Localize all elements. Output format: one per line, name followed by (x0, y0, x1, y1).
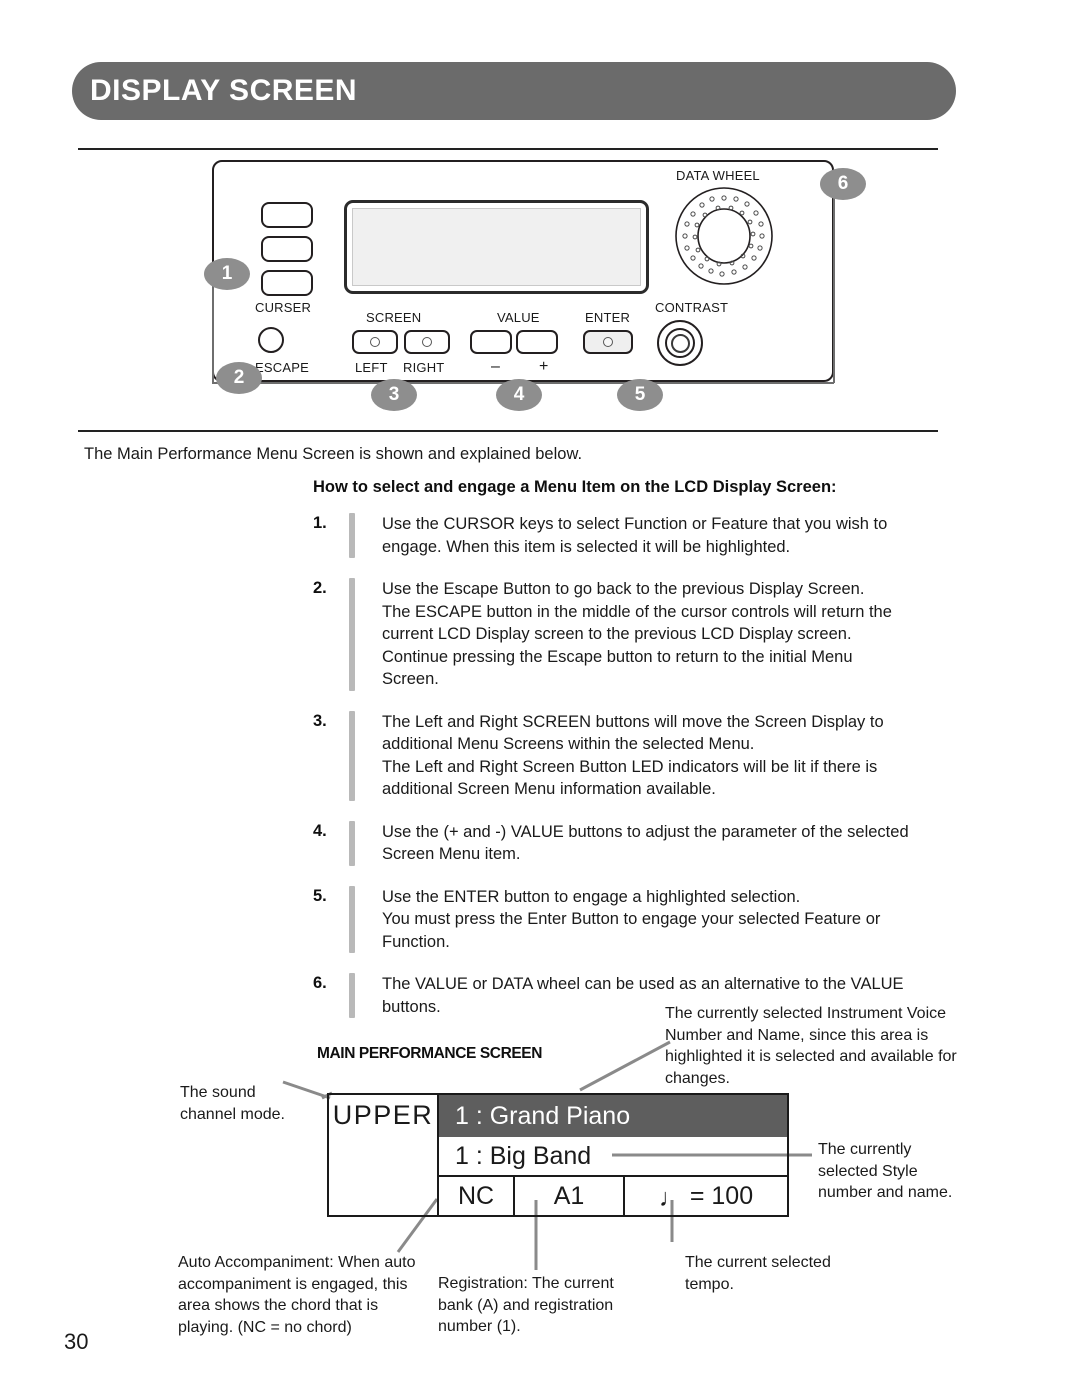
step-line: Function. (382, 932, 450, 951)
step-line: additional Menu Screens within the selec… (382, 735, 755, 753)
curser-label: CURSER (255, 300, 312, 315)
lcd-channel-mode-cell: UPPER (329, 1095, 439, 1215)
contrast-knob-ring (665, 328, 695, 358)
contrast-knob-center (670, 333, 690, 353)
lcd-voice-value: 1 : Grand Piano (455, 1101, 631, 1130)
list-item: 4. Use the (+ and -) VALUE buttons to ad… (313, 820, 963, 866)
contrast-knob[interactable] (657, 320, 703, 366)
value-plus-button[interactable] (516, 330, 558, 354)
callout-1: 1 (204, 258, 250, 290)
step-line: The Left and Right Screen Button LED ind… (382, 757, 878, 776)
step-line: Use the (+ and -) VALUE buttons to adjus… (382, 822, 909, 841)
value-minus-label: – (491, 358, 501, 375)
page-number: 30 (64, 1329, 89, 1354)
control-panel-diagram: CURSER ESCAPE SCREEN LEFT RIGHT VALUE – … (212, 160, 834, 382)
screen-right-button[interactable] (404, 330, 450, 354)
step-line: current LCD Display screen to the previo… (382, 625, 852, 643)
cursor-button-mid[interactable] (261, 236, 313, 262)
instruction-steps-list: 1. Use the CURSOR keys to select Functio… (313, 513, 963, 1038)
led-indicator-icon (370, 337, 380, 347)
instructions-heading: How to select and engage a Menu Item on … (313, 478, 837, 496)
lcd-voice-row[interactable]: 1 : Grand Piano (439, 1095, 787, 1137)
lcd-registration-cell: A1 (515, 1177, 625, 1215)
step-body: The Left and Right SCREEN buttons will m… (382, 711, 963, 801)
step-marker-bar (349, 578, 355, 691)
callout-4: 4 (496, 379, 542, 411)
divider-bottom (78, 430, 938, 432)
step-body: Use the Escape Button to go back to the … (382, 578, 963, 691)
list-item: 2. Use the Escape Button to go back to t… (313, 578, 963, 691)
step-line: Screen Menu item. (382, 845, 521, 863)
main-performance-lcd: UPPER 1 : Grand Piano 1 : Big Band NC A1… (327, 1093, 789, 1217)
list-item: 3. The Left and Right SCREEN buttons wil… (313, 710, 963, 801)
lcd-tempo-cell: ♩ = 100 (625, 1177, 787, 1215)
callout-5: 5 (617, 379, 663, 411)
step-body: Use the (+ and -) VALUE buttons to adjus… (382, 821, 963, 866)
screen-left-label: LEFT (355, 360, 388, 375)
value-minus-button[interactable] (470, 330, 512, 354)
step-line: engage. When this item is selected it wi… (382, 537, 791, 556)
step-marker-bar (349, 710, 355, 801)
step-number: 3. (313, 711, 327, 730)
lcd-registration-value: A1 (553, 1181, 585, 1210)
divider-top (78, 148, 938, 150)
step-line: Use the CURSOR keys to select Function o… (382, 515, 888, 533)
screen-label: SCREEN (366, 310, 422, 325)
contrast-label: CONTRAST (655, 300, 729, 315)
lcd-display-surface (352, 208, 641, 286)
list-item: 1. Use the CURSOR keys to select Functio… (313, 513, 963, 558)
lcd-channel-mode-value: UPPER (332, 1100, 434, 1130)
callout-line-left (212, 274, 214, 384)
value-label: VALUE (497, 310, 540, 325)
led-indicator-icon (603, 337, 613, 347)
page-title: DISPLAY SCREEN (90, 74, 358, 107)
step-body: Use the CURSOR keys to select Function o… (382, 513, 963, 558)
lcd-status-row: NC A1 ♩ = 100 (439, 1177, 787, 1215)
step-line: You must press the Enter Button to engag… (382, 910, 881, 928)
step-number: 4. (313, 821, 327, 840)
step-line: Use the ENTER button to engage a highlig… (382, 887, 801, 906)
lcd-chord-cell: NC (439, 1177, 515, 1215)
enter-button[interactable] (583, 330, 633, 354)
lcd-chord-value: NC (457, 1181, 495, 1210)
lcd-style-row[interactable]: 1 : Big Band (439, 1137, 787, 1177)
screen-right-label: RIGHT (403, 360, 445, 375)
led-indicator-icon (422, 337, 432, 347)
step-line: Continue pressing the Escape button to r… (382, 647, 853, 666)
step-marker-bar (349, 513, 355, 558)
step-number: 1. (313, 514, 327, 532)
value-plus-label: + (539, 358, 549, 375)
step-line: The Left and Right SCREEN buttons will m… (382, 712, 884, 731)
data-wheel-icon[interactable] (674, 186, 774, 286)
escape-label: ESCAPE (255, 360, 309, 375)
lcd-tempo-value: = 100 (689, 1181, 754, 1210)
lcd-style-value: 1 : Big Band (455, 1141, 592, 1170)
callout-line-right (833, 185, 835, 383)
step-line: Screen. (382, 670, 439, 688)
step-number: 5. (313, 886, 327, 905)
callout-6: 6 (820, 168, 866, 200)
intro-text: The Main Performance Menu Screen is show… (84, 445, 583, 463)
step-line: The ESCAPE button in the middle of the c… (382, 602, 892, 621)
step-marker-bar (349, 885, 355, 953)
enter-label: ENTER (585, 310, 631, 325)
step-number: 2. (313, 579, 327, 597)
cursor-button-down[interactable] (261, 270, 313, 296)
cursor-button-up[interactable] (261, 202, 313, 228)
quarter-note-icon: ♩ (658, 1183, 684, 1212)
screen-left-button[interactable] (352, 330, 398, 354)
data-wheel-label: DATA WHEEL (676, 168, 760, 183)
escape-button[interactable] (258, 327, 284, 353)
step-marker-bar (349, 820, 355, 866)
callout-3: 3 (371, 379, 417, 411)
list-item: 5. Use the ENTER button to engage a high… (313, 885, 963, 954)
step-line: Use the Escape Button to go back to the … (382, 580, 865, 598)
step-line: additional Screen Menu information avail… (382, 780, 716, 798)
lcd-display-screen (344, 200, 649, 294)
callout-2: 2 (216, 362, 262, 394)
step-body: Use the ENTER button to engage a highlig… (382, 886, 963, 954)
page-header-bar: DISPLAY SCREEN (72, 62, 956, 120)
